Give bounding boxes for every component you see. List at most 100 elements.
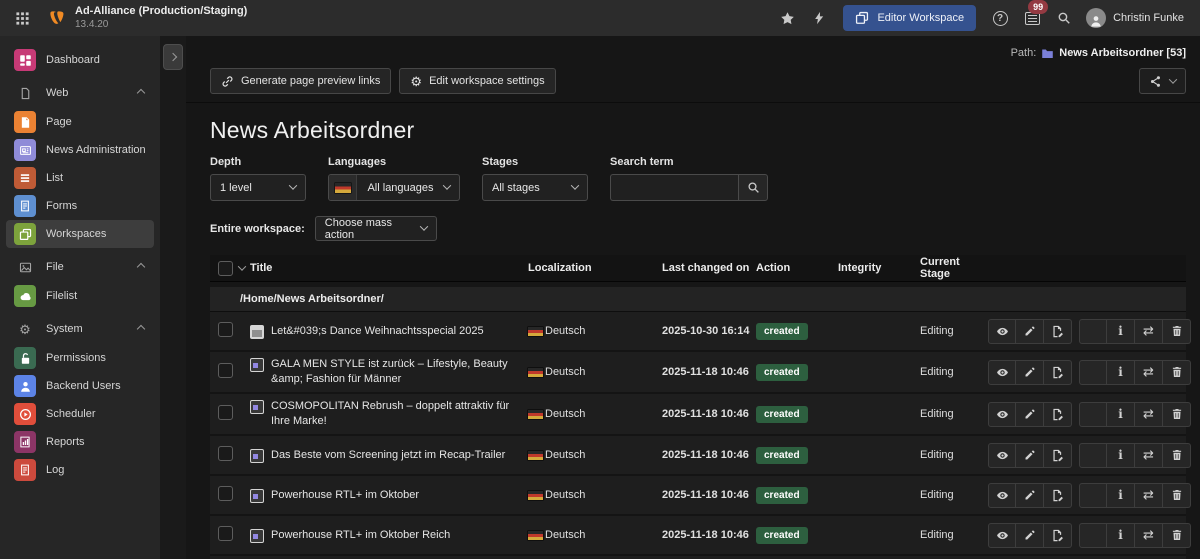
row-checkbox[interactable]: [218, 526, 233, 541]
german-flag-icon: [528, 368, 543, 377]
row-edit-button[interactable]: [1016, 319, 1044, 344]
row-info-button[interactable]: i: [1107, 483, 1135, 508]
search-term-input[interactable]: [610, 174, 738, 201]
column-header-stage: Current Stage: [920, 256, 988, 280]
sidebar-item-page[interactable]: Page: [6, 108, 154, 136]
row-info-button[interactable]: i: [1107, 443, 1135, 468]
record-last-changed: 2025-10-30 16:14: [662, 325, 756, 337]
row-open-version-button[interactable]: [1044, 523, 1072, 548]
row-discard-button[interactable]: [1163, 483, 1191, 508]
row-send-to-stage-button[interactable]: ⇄: [1135, 360, 1163, 385]
row-discard-button[interactable]: [1163, 360, 1191, 385]
search-icon[interactable]: [1050, 4, 1078, 32]
search-submit-button[interactable]: [738, 174, 768, 201]
record-last-changed: 2025-11-18 10:46: [662, 408, 756, 420]
sidebar-section-file[interactable]: File: [6, 254, 154, 280]
row-edit-button[interactable]: [1016, 443, 1044, 468]
row-open-version-button[interactable]: [1044, 319, 1072, 344]
row-preview-button[interactable]: [988, 360, 1016, 385]
row-checkbox[interactable]: [218, 405, 233, 420]
row-preview-button[interactable]: [988, 523, 1016, 548]
row-edit-button[interactable]: [1016, 360, 1044, 385]
sidebar-section-web[interactable]: Web: [6, 80, 154, 106]
apps-grid-icon[interactable]: [8, 4, 36, 32]
collapse-menu-button[interactable]: [163, 44, 183, 70]
row-checkbox[interactable]: [218, 363, 233, 378]
stages-select[interactable]: All stages: [482, 174, 588, 201]
row-edit-button[interactable]: [1016, 483, 1044, 508]
row-preview-button[interactable]: [988, 319, 1016, 344]
system-information-icon[interactable]: 99: [1018, 4, 1046, 32]
record-title[interactable]: Let&#039;s Dance Weihnachtsspecial 2025: [271, 324, 484, 339]
record-title[interactable]: GALA MEN STYLE ist zurück – Lifestyle, B…: [271, 357, 518, 387]
search-term-label: Search term: [610, 156, 768, 168]
row-send-to-stage-button[interactable]: ⇄: [1135, 319, 1163, 344]
chevron-up-icon: [137, 263, 145, 271]
chevron-right-icon: [169, 53, 177, 61]
languages-select[interactable]: All languages: [328, 174, 460, 201]
record-last-changed: 2025-11-18 10:46: [662, 489, 756, 501]
record-title[interactable]: Powerhouse RTL+ im Oktober Reich: [271, 528, 450, 543]
row-discard-button[interactable]: [1163, 402, 1191, 427]
mass-action-select[interactable]: Choose mass action: [315, 216, 437, 241]
sidebar-item-backend-users[interactable]: Backend Users: [6, 372, 154, 400]
sidebar-section-system[interactable]: ⚙ System: [6, 316, 154, 342]
row-info-button[interactable]: i: [1107, 319, 1135, 344]
row-checkbox[interactable]: [218, 322, 233, 337]
row-discard-button[interactable]: [1163, 523, 1191, 548]
workspace-selector-button[interactable]: Editor Workspace: [843, 5, 976, 31]
record-action-badge: created: [756, 527, 808, 544]
row-send-to-stage-button[interactable]: ⇄: [1135, 523, 1163, 548]
row-preview-button[interactable]: [988, 483, 1016, 508]
row-edit-button[interactable]: [1016, 402, 1044, 427]
scheduler-icon: [14, 403, 36, 425]
row-empty-action-slot: [1079, 443, 1107, 468]
row-open-version-button[interactable]: [1044, 402, 1072, 427]
column-header-last-changed: Last changed on: [662, 262, 756, 274]
row-send-to-stage-button[interactable]: ⇄: [1135, 483, 1163, 508]
generate-preview-links-button[interactable]: Generate page preview links: [210, 68, 391, 94]
sidebar-item-workspaces[interactable]: Workspaces: [6, 220, 154, 248]
row-preview-button[interactable]: [988, 443, 1016, 468]
row-checkbox[interactable]: [218, 486, 233, 501]
help-icon[interactable]: ?: [986, 4, 1014, 32]
row-discard-button[interactable]: [1163, 319, 1191, 344]
record-title[interactable]: Powerhouse RTL+ im Oktober: [271, 488, 419, 503]
depth-select[interactable]: 1 level: [210, 174, 306, 201]
brand[interactable]: Ad-Alliance (Production/Staging) 13.4.20: [48, 5, 247, 31]
sidebar-item-filelist[interactable]: Filelist: [6, 282, 154, 310]
record-title[interactable]: Das Beste vom Screening jetzt im Recap-T…: [271, 448, 505, 463]
edit-workspace-settings-button[interactable]: ⚙ Edit workspace settings: [399, 68, 555, 94]
row-open-version-button[interactable]: [1044, 443, 1072, 468]
row-empty-action-slot: [1079, 402, 1107, 427]
chevron-down-icon[interactable]: [238, 262, 246, 270]
sidebar-item-list[interactable]: List: [6, 164, 154, 192]
bookmark-star-icon[interactable]: [773, 4, 801, 32]
sidebar-item-log[interactable]: Log: [6, 456, 154, 484]
row-send-to-stage-button[interactable]: ⇄: [1135, 402, 1163, 427]
row-info-button[interactable]: i: [1107, 360, 1135, 385]
row-preview-button[interactable]: [988, 402, 1016, 427]
row-info-button[interactable]: i: [1107, 402, 1135, 427]
table-row: COSMOPOLITAN Rebrush – doppelt attraktiv…: [210, 394, 1186, 436]
sidebar-item-reports[interactable]: Reports: [6, 428, 154, 456]
share-dropdown-button[interactable]: [1139, 68, 1186, 94]
flush-cache-bolt-icon[interactable]: [805, 4, 833, 32]
row-open-version-button[interactable]: [1044, 483, 1072, 508]
row-checkbox[interactable]: [218, 446, 233, 461]
row-edit-button[interactable]: [1016, 523, 1044, 548]
row-info-button[interactable]: i: [1107, 523, 1135, 548]
sidebar-item-dashboard[interactable]: Dashboard: [6, 46, 154, 74]
user-menu[interactable]: Christin Funke: [1082, 8, 1188, 28]
row-open-version-button[interactable]: [1044, 360, 1072, 385]
row-send-to-stage-button[interactable]: ⇄: [1135, 443, 1163, 468]
sidebar-item-scheduler[interactable]: Scheduler: [6, 400, 154, 428]
sidebar-item-news-administration[interactable]: News Administration: [6, 136, 154, 164]
sidebar-item-forms[interactable]: Forms: [6, 192, 154, 220]
row-discard-button[interactable]: [1163, 443, 1191, 468]
sidebar-item-permissions[interactable]: Permissions: [6, 344, 154, 372]
record-title[interactable]: COSMOPOLITAN Rebrush – doppelt attraktiv…: [271, 399, 518, 429]
page-title: News Arbeitsordner: [210, 117, 1186, 144]
select-all-checkbox[interactable]: [218, 261, 233, 276]
record-localization: Deutsch: [545, 489, 585, 501]
